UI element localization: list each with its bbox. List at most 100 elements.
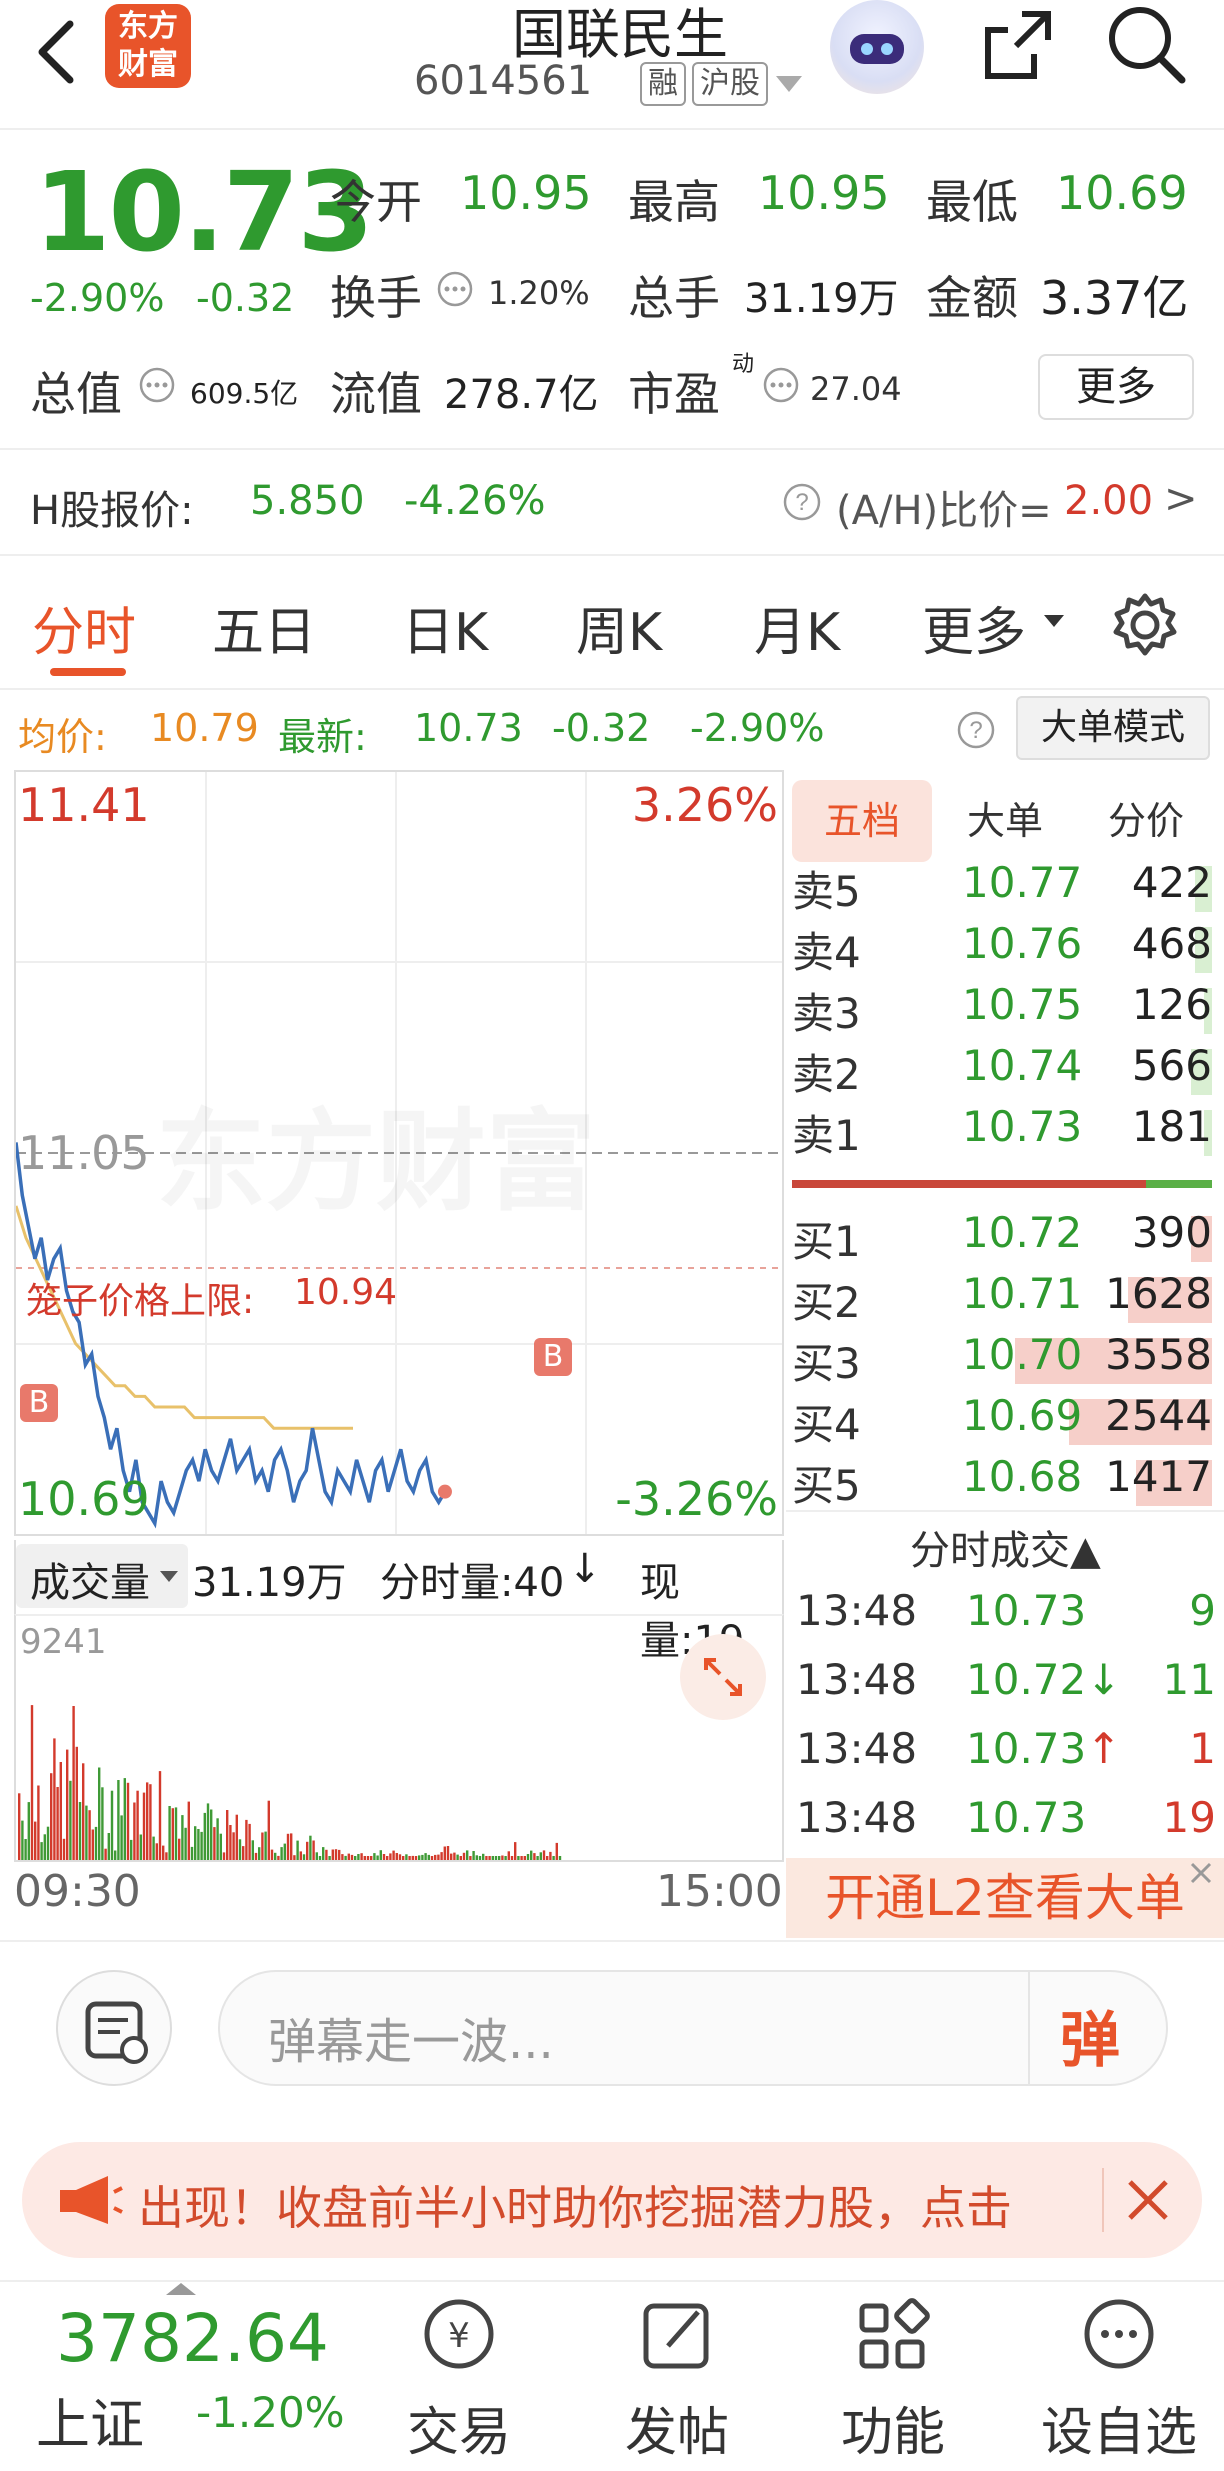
volume-bar bbox=[434, 1854, 437, 1860]
danmu-input[interactable]: 弹幕走一波... 弹 bbox=[218, 1970, 1168, 2086]
volume-bar bbox=[155, 1843, 158, 1860]
tick-price: 10.72 bbox=[966, 1655, 1087, 1704]
volume-bar bbox=[264, 1831, 267, 1860]
grid-icon bbox=[859, 2298, 930, 2369]
buy-marker[interactable]: B bbox=[20, 1384, 58, 1422]
info-icon[interactable] bbox=[762, 366, 800, 408]
bid-row[interactable]: 买2 10.71 1628 bbox=[792, 1269, 1212, 1330]
ask-row[interactable]: 卖2 10.74 566 bbox=[792, 1041, 1212, 1102]
volume-bar bbox=[549, 1851, 552, 1860]
help-icon[interactable]: ? bbox=[782, 482, 822, 526]
watermark: 东方财富 bbox=[156, 1072, 596, 1232]
ask-row[interactable]: 卖4 10.76 468 bbox=[792, 919, 1212, 980]
assistant-avatar[interactable] bbox=[830, 0, 924, 94]
tab-five-day[interactable]: 五日 bbox=[212, 590, 316, 665]
ticks-title[interactable]: 分时成交▲ bbox=[910, 1518, 1101, 1576]
volume-bar bbox=[94, 1826, 98, 1860]
volume-bar bbox=[242, 1846, 245, 1860]
ask-volume: 468 bbox=[1131, 919, 1212, 968]
ask-level-label: 卖3 bbox=[792, 989, 861, 1038]
notice-banner[interactable]: 出现！收盘前半小时助你挖掘潜力股，点击 bbox=[22, 2142, 1202, 2258]
ask-price: 10.76 bbox=[962, 919, 1083, 968]
amount-label: 金额 bbox=[926, 271, 1018, 325]
nav-watchlist[interactable]: 设自选 bbox=[1024, 2292, 1214, 2465]
divider bbox=[0, 688, 1224, 690]
volume-bar bbox=[437, 1854, 440, 1860]
volume-bar bbox=[261, 1832, 264, 1860]
tab-more[interactable]: 更多 bbox=[922, 590, 1026, 665]
big-order-mode-button[interactable]: 大单模式 bbox=[1016, 696, 1210, 760]
orderbook-tab-big[interactable]: 大单 bbox=[940, 780, 1070, 862]
index-value[interactable]: 3782.64 bbox=[56, 2300, 329, 2377]
close-icon[interactable] bbox=[1118, 2170, 1178, 2234]
tab-weekly-k[interactable]: 周K bbox=[576, 590, 662, 665]
volume-bar bbox=[558, 1856, 562, 1860]
buy-marker[interactable]: B bbox=[534, 1338, 572, 1376]
bid-row[interactable]: 买3 10.70 3558 bbox=[792, 1330, 1212, 1391]
more-quote-button[interactable]: 更多 bbox=[1038, 354, 1194, 420]
danmu-toggle-button[interactable]: 弹 bbox=[1060, 1992, 1120, 2079]
volume-bar bbox=[354, 1856, 357, 1860]
orderbook-tab-price[interactable]: 分价 bbox=[1076, 780, 1216, 862]
nav-functions[interactable]: 功能 bbox=[808, 2292, 978, 2465]
l2-upgrade-banner[interactable]: 开通L2查看大单 bbox=[786, 1858, 1224, 1938]
change-percent: -2.90% bbox=[30, 276, 165, 320]
bid-price: 10.72 bbox=[962, 1208, 1083, 1257]
bid-row[interactable]: 买4 10.69 2544 bbox=[792, 1391, 1212, 1452]
index-collapse-icon[interactable] bbox=[166, 2282, 196, 2301]
volume-bar bbox=[478, 1856, 482, 1860]
market-cap-value: 609.5亿 bbox=[190, 377, 299, 410]
bid-volume: 3558 bbox=[1105, 1330, 1212, 1379]
volume-bar bbox=[325, 1849, 328, 1860]
volume-bar bbox=[206, 1803, 210, 1860]
volume-bar bbox=[347, 1853, 350, 1860]
tag-dropdown-icon[interactable] bbox=[776, 76, 802, 98]
volume-bar bbox=[254, 1852, 258, 1860]
back-icon[interactable] bbox=[22, 10, 92, 90]
danmu-settings-button[interactable] bbox=[56, 1970, 172, 2086]
ah-ratio-arrow[interactable]: > bbox=[1164, 476, 1198, 522]
info-icon[interactable] bbox=[436, 270, 474, 312]
orderbook-tab-level5[interactable]: 五档 bbox=[792, 780, 932, 862]
nav-post[interactable]: 发帖 bbox=[592, 2292, 762, 2465]
volume-dropdown-icon[interactable] bbox=[160, 1568, 178, 1587]
volume-bar bbox=[85, 1805, 88, 1860]
more-icon bbox=[1084, 2299, 1154, 2369]
volume-chart[interactable]: 9241 bbox=[14, 1614, 784, 1862]
search-icon[interactable] bbox=[1100, 0, 1190, 90]
volume-bar bbox=[517, 1856, 520, 1860]
info-icon[interactable] bbox=[138, 366, 176, 408]
pe-superscript: 动 bbox=[732, 352, 755, 377]
close-icon[interactable] bbox=[1186, 1858, 1216, 1892]
tab-more-dropdown-icon[interactable] bbox=[1044, 614, 1064, 633]
ask-ratio-segment bbox=[1146, 1180, 1212, 1188]
tab-daily-k[interactable]: 日K bbox=[402, 590, 488, 665]
nav-trade[interactable]: ¥ 交易 bbox=[374, 2292, 544, 2465]
bid-row[interactable]: 买1 10.72 390 bbox=[792, 1208, 1212, 1269]
bid-level-label: 买5 bbox=[792, 1461, 861, 1510]
tab-monthly-k[interactable]: 月K bbox=[754, 590, 840, 665]
tab-intraday[interactable]: 分时 bbox=[32, 590, 136, 665]
expand-icon[interactable] bbox=[680, 1634, 766, 1720]
volume-bar bbox=[498, 1856, 501, 1860]
volume-bar bbox=[200, 1831, 203, 1860]
ask-row[interactable]: 卖3 10.75 126 bbox=[792, 980, 1212, 1041]
help-icon[interactable]: ? bbox=[956, 710, 996, 754]
volume-bar bbox=[299, 1851, 302, 1860]
bid-row[interactable]: 买5 10.68 1417 bbox=[792, 1452, 1212, 1513]
bid-volume: 390 bbox=[1131, 1208, 1212, 1257]
volume-bar bbox=[469, 1856, 472, 1860]
stock-code: 6014561 bbox=[414, 58, 593, 104]
intraday-chart[interactable]: 东方财富 11.41 3.26% 11.05 笼子价格上限: 10.94 10.… bbox=[14, 770, 784, 1536]
volume-bar bbox=[146, 1782, 149, 1860]
settings-gear-icon[interactable] bbox=[1110, 590, 1180, 664]
volume-bar bbox=[235, 1814, 238, 1860]
ask-row[interactable]: 卖5 10.77 422 bbox=[792, 858, 1212, 919]
index-name[interactable]: 上证 bbox=[36, 2380, 144, 2459]
volume-bar bbox=[101, 1787, 104, 1860]
ask-row[interactable]: 卖1 10.73 181 bbox=[792, 1102, 1212, 1163]
volume-bar bbox=[120, 1815, 123, 1860]
share-icon[interactable] bbox=[972, 0, 1062, 90]
index-change: -1.20% bbox=[196, 2388, 345, 2437]
volume-bar bbox=[66, 1749, 69, 1860]
